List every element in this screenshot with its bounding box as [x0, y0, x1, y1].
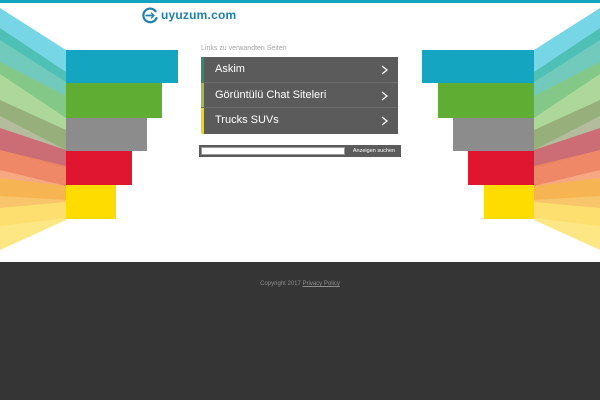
related-link-label: Trucks SUVs	[215, 114, 279, 127]
link-accent-bar	[201, 108, 204, 135]
link-accent-bar	[201, 57, 204, 82]
related-links-heading: Links zu verwandten Seiten	[201, 45, 287, 52]
logo-swirl-icon	[142, 6, 158, 23]
copyright-text: Copyright 2017	[260, 281, 301, 287]
related-links-list: Askim Görüntülü Chat Siteleri Trucks SUV…	[201, 57, 398, 135]
search-button[interactable]: Anzeigen suchen	[347, 145, 401, 157]
search-input[interactable]	[201, 147, 345, 155]
privacy-policy-link[interactable]: Privacy Policy	[303, 281, 340, 287]
footer: Copyright 2017 Privacy Policy	[0, 262, 600, 400]
site-logo[interactable]: uyuzum.com	[142, 5, 236, 25]
copyright-line: Copyright 2017 Privacy Policy	[0, 281, 600, 287]
related-link-askim[interactable]: Askim	[201, 57, 398, 83]
related-link-goruntulu-chat[interactable]: Görüntülü Chat Siteleri	[201, 82, 398, 109]
related-link-label: Görüntülü Chat Siteleri	[215, 88, 327, 101]
link-accent-bar	[201, 82, 204, 108]
site-name: uyuzum.com	[161, 8, 237, 22]
related-link-label: Askim	[215, 63, 245, 75]
search-bar: Anzeigen suchen	[199, 145, 401, 157]
chevron-right-icon	[381, 116, 389, 126]
chevron-right-icon	[381, 91, 389, 101]
related-link-trucks-suvs[interactable]: Trucks SUVs	[201, 108, 398, 135]
chevron-right-icon	[381, 65, 389, 75]
